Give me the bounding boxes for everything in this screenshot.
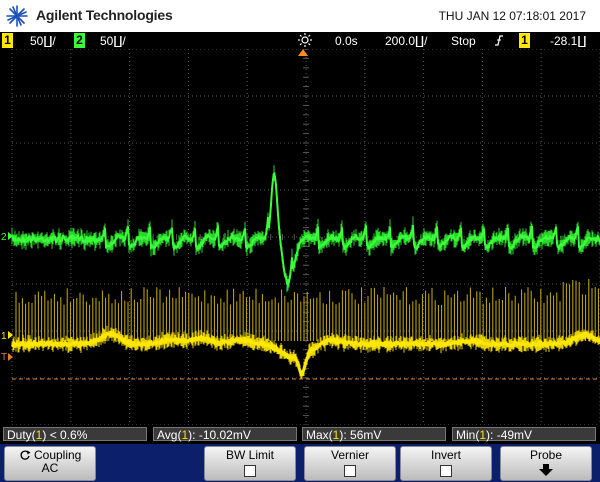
- time-scale[interactable]: 200.0∐/: [385, 34, 427, 48]
- date-time: THU JAN 12 07:18:01 2017: [438, 9, 586, 23]
- invert-softkey[interactable]: Invert: [400, 446, 492, 481]
- agilent-logo-icon: [6, 5, 28, 27]
- time-delay[interactable]: 0.0s: [335, 34, 358, 48]
- bw-limit-softkey[interactable]: BW Limit: [204, 446, 296, 481]
- trigger-level[interactable]: -28.1∐: [550, 34, 586, 48]
- down-arrow-icon: [539, 464, 553, 476]
- header-bar: Agilent Technologies THU JAN 12 07:18:01…: [0, 0, 600, 32]
- ch2-scale[interactable]: 50∐/: [100, 34, 126, 48]
- probe-softkey[interactable]: Probe: [500, 446, 592, 481]
- svg-text:1: 1: [1, 331, 7, 342]
- max-readout[interactable]: Max(1): 56mV: [302, 427, 446, 442]
- svg-text:2: 2: [1, 232, 7, 243]
- duty-readout[interactable]: Duty(1) < 0.6%: [3, 427, 147, 442]
- svg-text:T: T: [1, 352, 7, 363]
- rising-edge-icon: [495, 35, 503, 46]
- avg-readout[interactable]: Avg(1): -10.02mV: [153, 427, 297, 442]
- ch2-indicator[interactable]: 2: [74, 33, 85, 48]
- run-state: Stop: [451, 34, 476, 48]
- vernier-softkey[interactable]: Vernier: [304, 446, 396, 481]
- coupling-softkey[interactable]: Coupling AC: [4, 446, 96, 481]
- ch1-scale[interactable]: 50∐/: [30, 34, 56, 48]
- trigger-source[interactable]: 1: [519, 33, 530, 48]
- invert-checkbox[interactable]: [440, 465, 452, 477]
- rotate-knob-icon: [20, 450, 31, 460]
- ch1-indicator[interactable]: 1: [2, 33, 13, 48]
- waveform-display[interactable]: 2 1 T: [0, 49, 600, 425]
- measurement-bar: Duty(1) < 0.6% Avg(1): -10.02mV Max(1): …: [0, 425, 600, 444]
- vernier-checkbox[interactable]: [344, 465, 356, 477]
- brand-name: Agilent Technologies: [36, 7, 173, 23]
- bw-limit-checkbox[interactable]: [244, 465, 256, 477]
- trigger-position-icon: [298, 33, 312, 47]
- softkey-bar: Coupling AC BW Limit Vernier Invert Prob…: [0, 444, 600, 482]
- min-readout[interactable]: Min(1): -49mV: [452, 427, 596, 442]
- status-bar: 1 50∐/ 2 50∐/ 0.0s 200.0∐/ Stop 1 -28.1∐: [0, 32, 600, 49]
